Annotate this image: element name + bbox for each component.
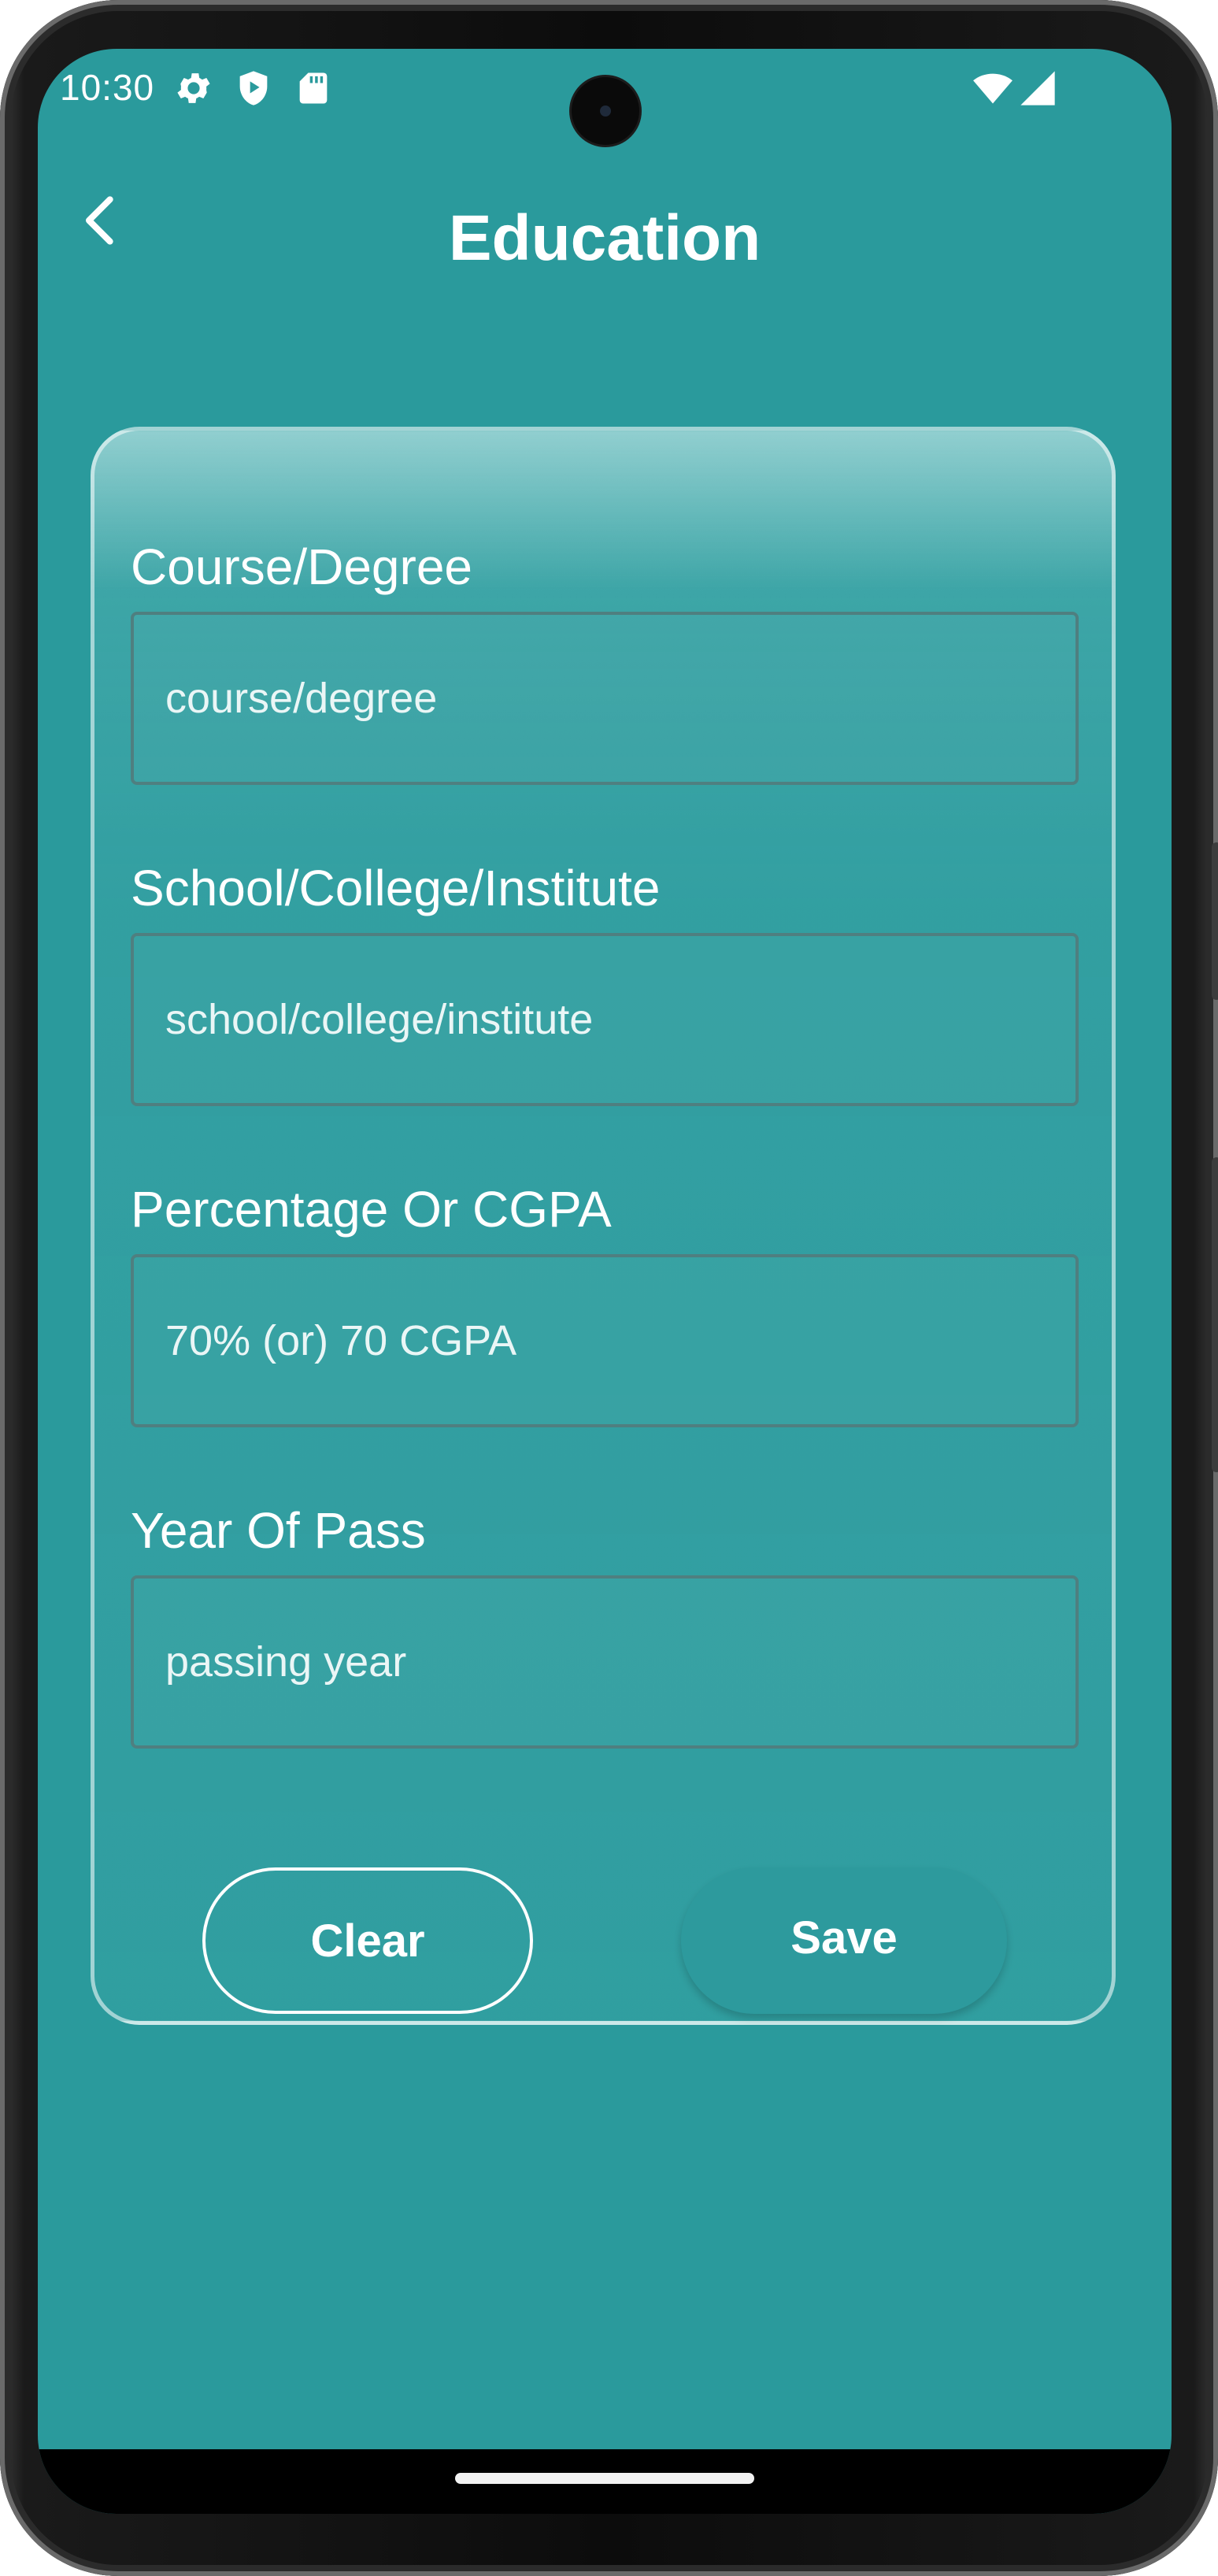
shield-play-icon: [239, 71, 268, 105]
school-label: School/College/Institute: [131, 860, 661, 916]
volume-rocker: [1212, 1157, 1218, 1472]
phone-frame: 10:30 Education Course/Degree course/deg…: [0, 0, 1218, 2576]
school-input[interactable]: [131, 933, 1079, 1106]
education-form-card: Course/Degree School/College/Institute P…: [91, 427, 1116, 2025]
percentage-label: Percentage Or CGPA: [131, 1181, 612, 1238]
app-header: Education: [38, 167, 1172, 274]
cell-signal-icon: [1020, 71, 1055, 105]
year-input[interactable]: [131, 1575, 1079, 1749]
school-field: School/College/Institute: [131, 854, 1079, 1106]
app-screen: 10:30 Education Course/Degree course/deg…: [38, 49, 1172, 2514]
status-time: 10:30: [60, 67, 155, 108]
year-field: Year Of Pass: [131, 1497, 1079, 1749]
course-input[interactable]: [131, 612, 1079, 785]
course-field: Course/Degree: [131, 533, 1079, 785]
page-title: Education: [448, 202, 761, 274]
wifi-icon: [973, 73, 1013, 104]
percentage-field: Percentage Or CGPA: [131, 1175, 1079, 1427]
course-label: Course/Degree: [131, 539, 472, 595]
home-indicator[interactable]: [455, 2473, 754, 2484]
power-button: [1212, 842, 1218, 1000]
status-bar: 10:30: [38, 49, 1172, 145]
save-button[interactable]: Save: [681, 1867, 1007, 2014]
front-camera: [572, 77, 639, 145]
sd-card-icon: [299, 72, 328, 104]
year-label: Year Of Pass: [131, 1502, 426, 1559]
settings-icon: [177, 73, 210, 103]
clear-button[interactable]: Clear: [202, 1867, 533, 2014]
percentage-input[interactable]: [131, 1254, 1079, 1427]
navigation-bar: [38, 2449, 1172, 2514]
